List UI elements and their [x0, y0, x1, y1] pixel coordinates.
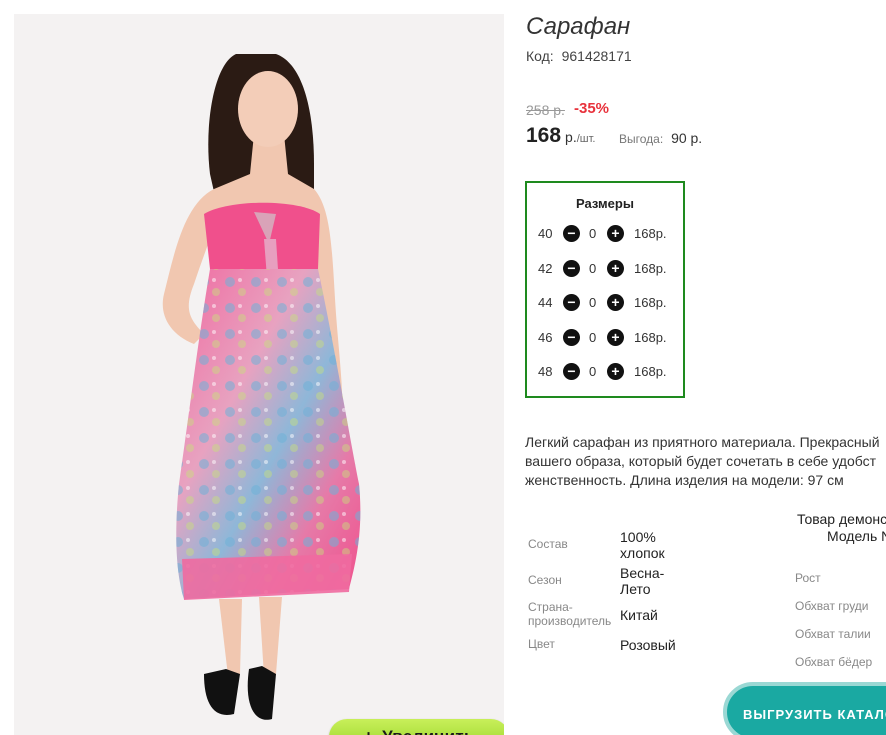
spec-value-color: Розовый: [620, 637, 676, 653]
current-price: 168 р. /шт.: [526, 124, 596, 148]
measure-bust: Обхват груди: [795, 599, 869, 613]
size-row: 40 − 0 + 168р.: [527, 223, 683, 245]
spec-label-color: Цвет: [528, 637, 555, 651]
spec-label-line: производитель: [528, 614, 612, 628]
size-price: 168р.: [634, 261, 667, 276]
price-unit: /шт.: [576, 133, 596, 145]
price-value: 168: [526, 124, 562, 147]
plus-circle-icon[interactable]: +: [607, 225, 624, 242]
spec-value-line: Лето: [620, 581, 651, 597]
plus-circle-icon[interactable]: +: [607, 294, 624, 311]
spec-value-line: 100%: [620, 529, 656, 545]
product-photo[interactable]: + Увеличить: [14, 14, 504, 735]
size-quantity[interactable]: 0: [589, 226, 596, 241]
size-quantity[interactable]: 0: [589, 261, 596, 276]
plus-icon: +: [363, 727, 374, 735]
profit-label: Выгода:: [619, 132, 664, 146]
product-code-label: Код:: [526, 48, 554, 64]
sizes-panel: Размеры 40 − 0 + 168р. 42 − 0 + 168р. 44…: [525, 181, 685, 398]
product-code-value: 961428171: [561, 48, 632, 64]
old-price: 258 р.: [526, 102, 565, 118]
minus-circle-icon[interactable]: −: [563, 260, 580, 277]
spec-value-line: хлопок: [620, 545, 665, 561]
spec-label-country: Страна- производитель: [528, 600, 611, 628]
size-quantity[interactable]: 0: [589, 330, 596, 345]
description-line: вашего образа, который будет сочетать в …: [525, 453, 876, 469]
spec-label-composition: Состав: [528, 537, 568, 551]
minus-circle-icon[interactable]: −: [563, 329, 580, 346]
minus-circle-icon[interactable]: −: [563, 294, 580, 311]
zoom-button-label: Увеличить: [382, 727, 475, 735]
measure-waist: Обхват талии: [795, 627, 871, 641]
size-label: 44: [538, 295, 553, 310]
description-line: женственность. Длина изделия на модели: …: [525, 472, 844, 488]
dress-model-illustration: [162, 54, 361, 720]
spec-value-line: Весна-: [620, 565, 665, 581]
minus-circle-icon[interactable]: −: [563, 363, 580, 380]
model-demo-subtitle: Модель N: [827, 528, 886, 544]
size-row: 42 − 0 + 168р.: [527, 258, 683, 280]
size-price: 168р.: [634, 330, 667, 345]
size-price: 168р.: [634, 364, 667, 379]
size-row: 48 − 0 + 168р.: [527, 361, 683, 383]
discount-badge: -35%: [574, 100, 610, 117]
spec-value-country: Китай: [620, 607, 658, 623]
size-row: 46 − 0 + 168р.: [527, 327, 683, 349]
spec-label-season: Сезон: [528, 573, 562, 587]
price-currency: р.: [565, 129, 577, 145]
size-price: 168р.: [634, 226, 667, 241]
plus-circle-icon[interactable]: +: [607, 329, 624, 346]
size-label: 46: [538, 330, 553, 345]
size-row: 44 − 0 + 168р.: [527, 292, 683, 314]
profit-value: 90 р.: [671, 130, 703, 146]
description-line: Легкий сарафан из приятного материала. П…: [525, 434, 880, 450]
product-description: Легкий сарафан из приятного материала. П…: [525, 433, 886, 490]
size-label: 48: [538, 364, 553, 379]
model-demo-title: Товар демонс: [797, 511, 886, 527]
zoom-button[interactable]: + Увеличить: [329, 719, 504, 735]
export-catalog-button[interactable]: ВЫГРУЗИТЬ КАТАЛО: [723, 682, 886, 735]
size-label: 42: [538, 261, 553, 276]
minus-circle-icon[interactable]: −: [563, 225, 580, 242]
spec-label-line: Страна-: [528, 600, 573, 614]
sizes-title: Размеры: [576, 196, 634, 211]
size-label: 40: [538, 226, 553, 241]
size-quantity[interactable]: 0: [589, 364, 596, 379]
measure-height: Рост: [795, 571, 821, 585]
size-price: 168р.: [634, 295, 667, 310]
measure-hips: Обхват бёдер: [795, 655, 873, 669]
product-title: Сарафан: [526, 13, 631, 40]
spec-value-composition: 100% хлопок: [620, 529, 665, 561]
size-quantity[interactable]: 0: [589, 295, 596, 310]
plus-circle-icon[interactable]: +: [607, 260, 624, 277]
profit: Выгода: 90 р.: [619, 130, 702, 146]
plus-circle-icon[interactable]: +: [607, 363, 624, 380]
spec-value-season: Весна- Лето: [620, 565, 664, 597]
product-code: Код: 961428171: [526, 48, 632, 64]
